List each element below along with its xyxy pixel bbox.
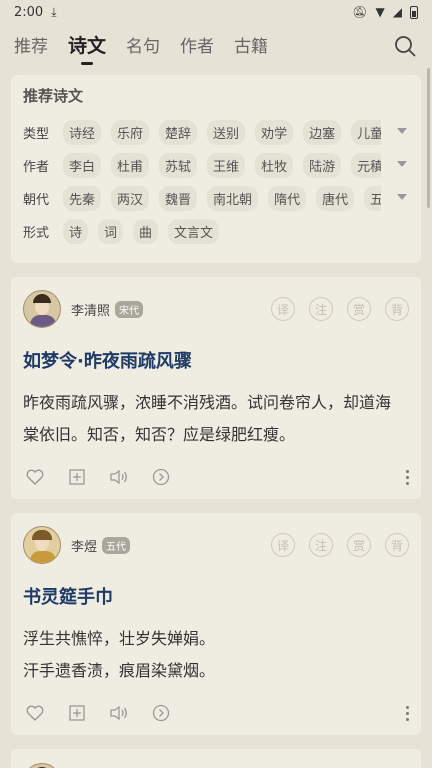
poem-title[interactable]: 书灵筵手巾 [23,583,409,609]
more-options-icon[interactable] [405,469,409,485]
tab-recommend[interactable]: 推荐 [14,32,48,61]
download-icon: ⤓ [51,4,57,19]
status-icons: 🔕︎ ▼ ◢ [352,5,418,19]
battery-icon [410,5,418,19]
tab-quotes[interactable]: 名句 [126,32,160,61]
filter-chip[interactable]: 乐府 [111,120,150,145]
filter-chip[interactable]: 送别 [207,120,246,145]
filter-row-author: 作者 李白 杜甫 苏轼 王维 杜牧 陆游 元稹 李 [23,149,409,182]
author-name[interactable]: 李清照 [71,300,110,319]
play-next-icon[interactable] [151,467,171,487]
scrollbar[interactable] [427,68,430,208]
filter-chip[interactable]: 元稹 [351,153,381,178]
filter-chip[interactable]: 文言文 [168,219,220,244]
filter-label: 作者 [23,160,50,175]
dynasty-badge: 宋代 [115,300,144,318]
filter-row-type: 类型 诗经 乐府 楚辞 送别 劝学 边塞 儿童 春 [23,116,409,149]
poem-line: 浮生共憔悴，壮岁失婵娟。 [23,629,216,648]
filter-chip[interactable]: 先秦 [63,186,102,211]
filter-chip[interactable]: 劝学 [255,120,294,145]
wifi-icon: ▼ [375,5,385,19]
filter-row-form: 形式 诗 词 曲 文言文 [23,215,409,248]
filter-chip[interactable]: 儿童 [351,120,381,145]
filter-chip[interactable]: 诗经 [63,120,102,145]
status-time: 2:00 [14,4,44,20]
panel-title: 推荐诗文 [23,87,84,105]
dynasty-badge: 五代 [102,536,131,554]
filter-chip[interactable]: 南北朝 [207,186,259,211]
poem-card-partial[interactable] [11,749,421,768]
filter-chip[interactable]: 唐代 [316,186,355,211]
recite-button[interactable]: 背 [385,297,409,321]
author-avatar[interactable] [23,526,61,564]
filter-chip[interactable]: 隋代 [268,186,307,211]
author-name[interactable]: 李煜 [71,536,97,555]
filter-chip[interactable]: 边塞 [303,120,342,145]
expand-arrow-icon[interactable] [397,161,407,167]
annotate-button[interactable]: 注 [309,533,333,557]
add-to-list-icon[interactable] [67,703,87,723]
top-tabs: 推荐 诗文 名句 作者 古籍 [0,24,432,68]
appreciate-button[interactable]: 赏 [347,297,371,321]
poem-card[interactable]: 李煜 五代 译 注 赏 背 书灵筵手巾 浮生共憔悴，壮岁失婵娟。 汗手遗香渍，痕… [11,513,421,735]
poem-text: 浮生共憔悴，壮岁失婵娟。 汗手遗香渍，痕眉染黛烟。 [23,623,409,687]
filter-label: 类型 [23,127,50,142]
tab-poems[interactable]: 诗文 [68,31,106,62]
tab-classics[interactable]: 古籍 [234,32,268,61]
poem-title[interactable]: 如梦令·昨夜雨疏风骤 [23,347,409,373]
author-avatar[interactable] [23,290,61,328]
filter-row-dynasty: 朝代 先秦 两汉 魏晋 南北朝 隋代 唐代 五代 [23,182,409,215]
filter-label: 朝代 [23,193,50,208]
signal-icon: ◢ [392,5,402,19]
filter-chip[interactable]: 魏晋 [159,186,198,211]
appreciate-button[interactable]: 赏 [347,533,371,557]
filter-chip[interactable]: 陆游 [303,153,342,178]
tab-authors[interactable]: 作者 [180,32,214,61]
expand-arrow-icon[interactable] [397,128,407,134]
filter-chip[interactable]: 杜甫 [111,153,150,178]
more-options-icon[interactable] [405,705,409,721]
filter-chip[interactable]: 两汉 [111,186,150,211]
poem-line: 棠依旧。知否，知否？应是绿肥红瘦。 [23,425,296,444]
filter-chip[interactable]: 王维 [207,153,246,178]
expand-arrow-icon[interactable] [397,194,407,200]
play-next-icon[interactable] [151,703,171,723]
translate-button[interactable]: 译 [271,533,295,557]
filter-chip[interactable]: 李白 [63,153,102,178]
recommend-filter-panel: 推荐诗文 类型 诗经 乐府 楚辞 送别 劝学 边塞 儿童 春 作者 李白 杜甫 … [11,75,421,263]
speaker-icon[interactable] [109,467,129,487]
filter-label: 形式 [23,226,50,241]
search-icon[interactable] [394,35,416,57]
status-bar: 2:00 ⤓ 🔕︎ ▼ ◢ [0,0,432,24]
heart-icon[interactable] [25,467,45,487]
notifications-off-icon: 🔕︎ [352,5,368,19]
add-to-list-icon[interactable] [67,467,87,487]
heart-icon[interactable] [25,703,45,723]
filter-chip[interactable]: 诗 [63,219,89,244]
speaker-icon[interactable] [109,703,129,723]
filter-chip[interactable]: 楚辞 [159,120,198,145]
filter-chip[interactable]: 曲 [133,219,159,244]
filter-chip[interactable]: 词 [98,219,124,244]
poem-card[interactable]: 李清照 宋代 译 注 赏 背 如梦令·昨夜雨疏风骤 昨夜雨疏风骤，浓睡不消残酒。… [11,277,421,499]
translate-button[interactable]: 译 [271,297,295,321]
filter-chip[interactable]: 苏轼 [159,153,198,178]
author-avatar[interactable] [23,763,61,768]
filter-chip[interactable]: 五代 [364,186,381,211]
filter-chip[interactable]: 杜牧 [255,153,294,178]
poem-line: 昨夜雨疏风骤，浓睡不消残酒。试问卷帘人，却道海 [23,393,392,412]
recite-button[interactable]: 背 [385,533,409,557]
annotate-button[interactable]: 注 [309,297,333,321]
poem-text: 昨夜雨疏风骤，浓睡不消残酒。试问卷帘人，却道海 棠依旧。知否，知否？应是绿肥红瘦… [23,387,409,451]
poem-line: 汗手遗香渍，痕眉染黛烟。 [23,661,216,680]
